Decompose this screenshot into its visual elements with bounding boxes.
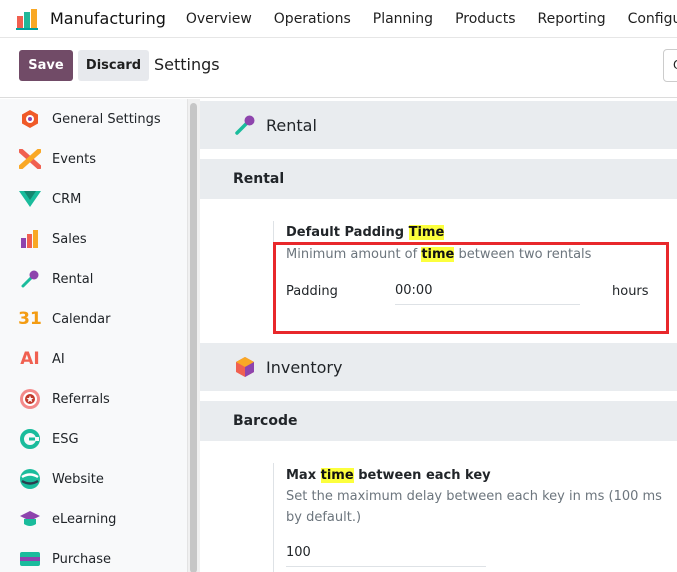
sidebar-scrollbar-thumb[interactable] [190, 103, 197, 572]
app-name[interactable]: Manufacturing [50, 9, 166, 28]
sidebar-item-rental[interactable]: Rental [0, 259, 186, 299]
sidebar-item-label: ESG [52, 431, 79, 447]
crm-icon [19, 188, 41, 210]
barcode-max-time-setting: Max time between each key Set the maximu… [273, 463, 662, 572]
sidebar-item-esg[interactable]: ESG [0, 419, 186, 459]
menu-reporting[interactable]: Reporting [538, 11, 606, 27]
max-time-input[interactable]: 100 [286, 543, 486, 567]
save-button[interactable]: Save [19, 50, 73, 81]
purchase-icon [19, 548, 41, 570]
sidebar-item-label: Rental [52, 271, 94, 287]
max-time-title-highlight: time [320, 468, 354, 483]
rental-section-header: Rental [200, 159, 677, 199]
max-time-setting-title: Max time between each key [286, 468, 491, 483]
esg-icon [19, 428, 41, 450]
referrals-icon [19, 388, 41, 410]
manufacturing-app-icon[interactable] [16, 8, 42, 30]
sidebar-item-label: Purchase [52, 551, 112, 567]
inventory-icon [233, 355, 257, 379]
menu-products[interactable]: Products [455, 11, 515, 27]
search-input[interactable]: Q [663, 49, 677, 82]
padding-title-highlight: Time [408, 225, 445, 240]
sidebar-item-sales[interactable]: Sales [0, 219, 186, 259]
top-navbar: Manufacturing Overview Operations Planni… [0, 0, 677, 38]
settings-sidebar: General Settings Events CRM Sales Rental… [0, 99, 200, 572]
sidebar-item-label: eLearning [52, 511, 117, 527]
sidebar-item-label: Calendar [52, 311, 111, 327]
calendar-icon: 31 [18, 309, 42, 329]
sidebar-item-referrals[interactable]: Referrals [0, 379, 186, 419]
sidebar-item-general-settings[interactable]: General Settings [0, 99, 186, 139]
sidebar-item-crm[interactable]: CRM [0, 179, 186, 219]
sidebar-item-label: Sales [52, 231, 87, 247]
sidebar-item-label: Events [52, 151, 97, 167]
events-icon [19, 148, 41, 170]
control-panel: Save Discard Settings Q [0, 38, 677, 98]
sidebar-item-website[interactable]: Website [0, 459, 186, 499]
max-time-title-text-end: between each key [353, 468, 491, 483]
sidebar-item-label: Website [52, 471, 104, 487]
sidebar-item-events[interactable]: Events [0, 139, 186, 179]
rental-icon [233, 113, 257, 137]
sidebar-item-ai[interactable]: AI AI [0, 339, 186, 379]
sidebar-item-elearning[interactable]: eLearning [0, 499, 186, 539]
rental-app-header: Rental [200, 101, 677, 149]
sidebar-item-label: General Settings [52, 111, 161, 127]
elearning-icon [19, 508, 41, 530]
general-settings-icon [19, 108, 41, 130]
menu-overview[interactable]: Overview [186, 11, 252, 27]
inventory-app-header: Inventory [200, 343, 677, 391]
sales-icon [19, 228, 41, 250]
max-time-setting-description: Set the maximum delay between each key i… [286, 489, 662, 525]
menu-planning[interactable]: Planning [373, 11, 433, 27]
settings-content: Rental Rental Default Padding Time Minim… [200, 99, 677, 572]
padding-title-text: Default Padding [286, 225, 409, 240]
discard-button[interactable]: Discard [78, 50, 149, 81]
sidebar-item-calendar[interactable]: 31 Calendar [0, 299, 186, 339]
sidebar-item-label: CRM [52, 191, 82, 207]
padding-setting-title: Default Padding Time [286, 225, 445, 240]
inventory-app-title: Inventory [266, 357, 343, 377]
menu-configuration[interactable]: Configuration [628, 11, 677, 27]
rental-app-title: Rental [266, 115, 317, 135]
rental-icon [19, 268, 41, 290]
sidebar-item-purchase[interactable]: Purchase [0, 539, 186, 572]
ai-icon: AI [20, 349, 40, 369]
sidebar-item-label: Referrals [52, 391, 110, 407]
sidebar-item-label: AI [52, 351, 65, 367]
menu-operations[interactable]: Operations [274, 11, 351, 27]
max-time-title-text: Max [286, 468, 321, 483]
highlight-annotation-box [273, 242, 669, 334]
barcode-section-header: Barcode [200, 401, 677, 441]
page-title: Settings [154, 55, 220, 74]
website-icon [19, 468, 41, 490]
